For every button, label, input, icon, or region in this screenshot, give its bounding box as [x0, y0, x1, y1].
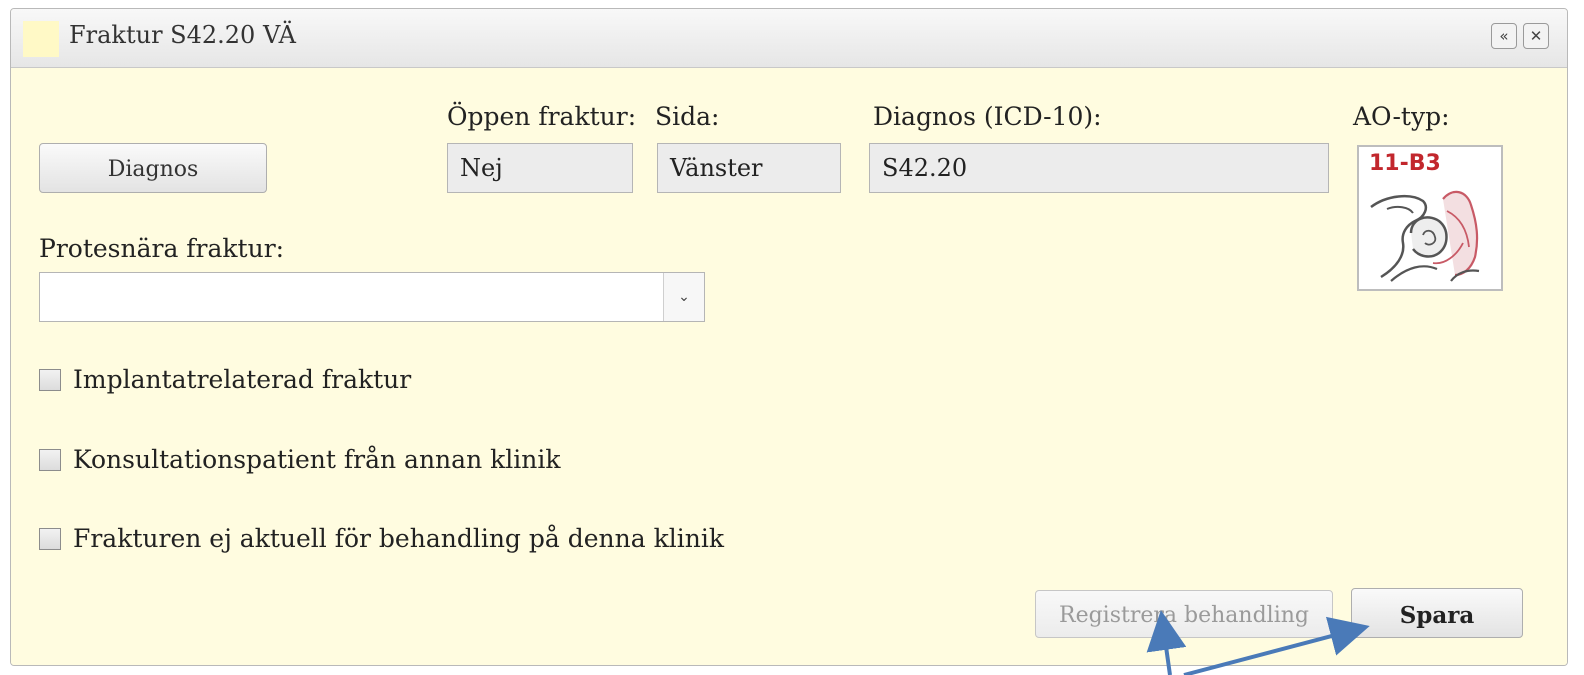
open-fracture-field[interactable]: Nej: [447, 143, 633, 193]
not-current-checkbox[interactable]: [39, 527, 61, 550]
diagnosis-icd10-label: Diagnos (ICD-10):: [873, 102, 1102, 131]
ao-type-label: AO-typ:: [1353, 102, 1450, 131]
diagnos-button[interactable]: Diagnos: [39, 143, 267, 193]
diagnosis-icd10-field[interactable]: S42.20: [869, 143, 1329, 193]
dialog-body: Diagnos Öppen fraktur: Nej Sida: Vänster…: [11, 68, 1567, 665]
side-label: Sida:: [655, 102, 720, 131]
consultation-patient-label[interactable]: Konsultationspatient från annan klinik: [73, 445, 561, 474]
open-fracture-label: Öppen fraktur:: [447, 102, 637, 131]
double-chevron-up-icon[interactable]: «: [1491, 23, 1517, 49]
not-current-label[interactable]: Frakturen ej aktuell för behandling på d…: [73, 524, 724, 553]
chevron-down-glyph: ⌄: [678, 289, 690, 305]
save-button[interactable]: Spara: [1351, 588, 1523, 638]
checkbox-row-implant[interactable]: Implantatrelaterad fraktur: [39, 365, 411, 394]
checkbox-row-not-current[interactable]: Frakturen ej aktuell för behandling på d…: [39, 524, 724, 553]
prosthesis-fracture-label: Protesnära fraktur:: [39, 234, 285, 263]
implant-related-label[interactable]: Implantatrelaterad fraktur: [73, 365, 411, 394]
side-field[interactable]: Vänster: [657, 143, 841, 193]
ao-type-image[interactable]: 11-B3: [1357, 145, 1503, 291]
dialog-title: Fraktur S42.20 VÄ: [69, 21, 296, 49]
dialog-color-swatch: [23, 21, 59, 57]
register-treatment-button[interactable]: Registrera behandling: [1035, 590, 1333, 638]
close-icon[interactable]: ✕: [1523, 23, 1549, 49]
checkbox-row-consultation[interactable]: Konsultationspatient från annan klinik: [39, 445, 561, 474]
ao-type-code: 11-B3: [1369, 151, 1441, 176]
consultation-patient-checkbox[interactable]: [39, 448, 61, 471]
chevron-down-icon[interactable]: ⌄: [663, 273, 704, 321]
fracture-dialog: Fraktur S42.20 VÄ « ✕ Diagnos Öppen frak…: [10, 8, 1568, 666]
dialog-titlebar: Fraktur S42.20 VÄ « ✕: [11, 9, 1567, 68]
shoulder-fracture-illustration: [1370, 190, 1480, 282]
prosthesis-fracture-select[interactable]: ⌄: [39, 272, 705, 322]
implant-related-checkbox[interactable]: [39, 368, 61, 391]
